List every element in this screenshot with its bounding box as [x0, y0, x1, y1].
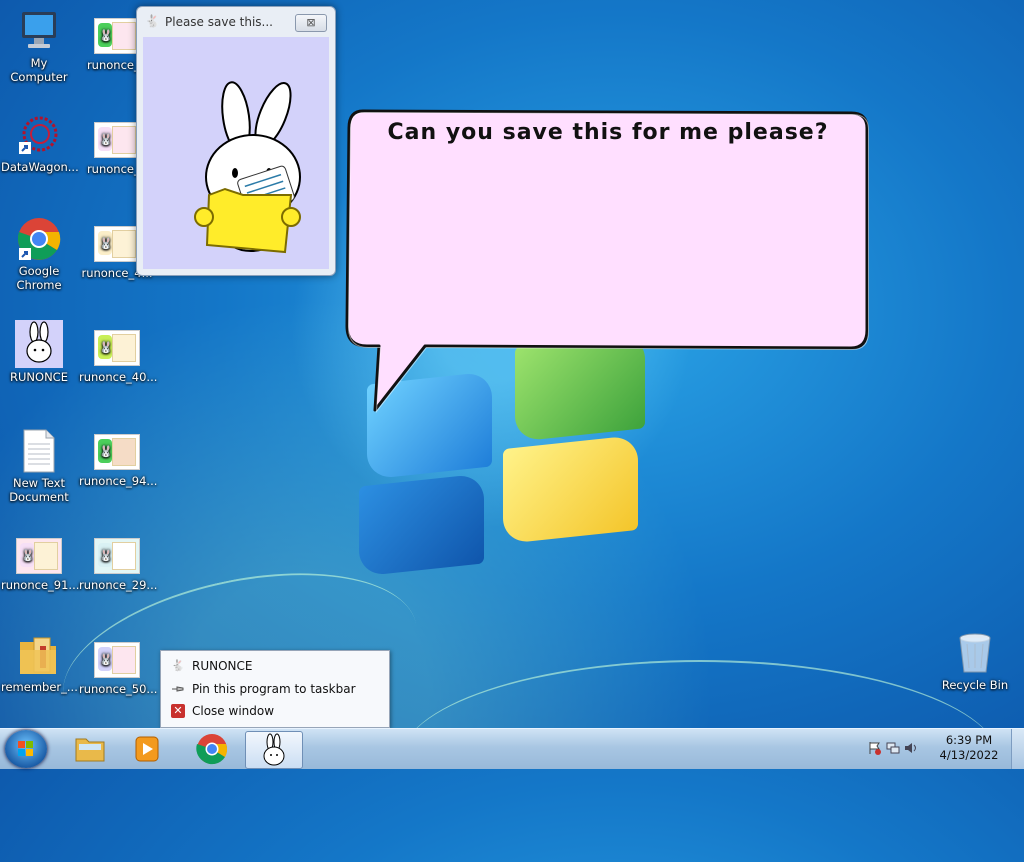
desktop-icon-runonce-94[interactable]: runonce_94...	[79, 428, 158, 488]
pin-to-taskbar-item[interactable]: Pin this program to taskbar	[161, 678, 389, 700]
taskbar-clock[interactable]: 6:39 PM 4/13/2022	[934, 733, 1004, 763]
show-desktop-button[interactable]	[1011, 729, 1024, 769]
chrome-icon	[196, 734, 228, 765]
taskbar-jump-list: 🐇 RUNONCE Pin this program to taskbar ✕ …	[160, 650, 390, 728]
taskbar-media-player-button[interactable]	[120, 731, 176, 767]
action-center-flag-icon[interactable]	[868, 741, 882, 755]
taskbar-runonce-button[interactable]	[245, 731, 303, 769]
desktop-icon-label: runonce_50...	[79, 682, 158, 696]
system-tray: 6:39 PM 4/13/2022	[854, 729, 1024, 769]
folder-archive-icon	[16, 632, 62, 678]
start-button[interactable]	[5, 730, 47, 768]
desktop-icon-label: My Computer	[10, 56, 68, 84]
windows-flag-icon	[18, 741, 34, 757]
desktop-icon-label: remember_...	[1, 680, 78, 694]
recycle-bin-icon	[952, 630, 998, 676]
image-thumbnail-icon	[94, 434, 140, 470]
network-icon[interactable]	[886, 741, 900, 755]
clock-time: 6:39 PM	[945, 733, 993, 747]
desktop-icon-label: runonce_40...	[79, 370, 158, 384]
image-thumbnail-icon	[94, 18, 140, 54]
window-client-area	[143, 37, 329, 269]
desktop-icon-datawagon[interactable]: DataWagon...	[1, 112, 79, 174]
desktop-icon-label: runonce_91...	[1, 578, 80, 592]
desktop-icon-runonce-29[interactable]: runonce_29...	[79, 532, 158, 592]
image-thumbnail-icon	[94, 226, 140, 262]
desktop-icon-runonce[interactable]: RUNONCE	[1, 320, 77, 384]
image-thumbnail-icon	[16, 538, 62, 574]
folder-icon	[75, 738, 105, 762]
bunny-holding-folder-image	[194, 81, 301, 254]
close-icon: ✕	[171, 704, 185, 718]
speech-bubble: Can you save this for me please?	[345, 108, 871, 413]
image-thumbnail-icon	[94, 642, 140, 678]
desktop-icon-runonce-91[interactable]: runonce_91...	[1, 532, 80, 592]
close-window-label: Close window	[192, 704, 275, 718]
desktop-icon-remember[interactable]: remember_...	[1, 632, 78, 694]
datawagon-icon	[16, 112, 62, 158]
pin-to-taskbar-label: Pin this program to taskbar	[192, 682, 356, 696]
window-title: Please save this...	[165, 15, 273, 29]
desktop-icon-google-chrome[interactable]: Google Chrome	[1, 216, 77, 292]
close-button[interactable]: ⊠	[295, 14, 327, 32]
desktop-icon-label: runonce_29...	[79, 578, 158, 592]
bunny-app-icon	[263, 733, 285, 766]
desktop-icon-label: Recycle Bin	[941, 678, 1009, 692]
image-thumbnail-icon	[94, 538, 140, 574]
clock-date: 4/13/2022	[939, 748, 999, 762]
desktop-icon-label: Google Chrome	[16, 264, 62, 292]
media-player-icon	[135, 736, 159, 762]
runonce-window[interactable]: 🐇 Please save this... ⊠	[136, 6, 336, 276]
text-document-icon	[16, 428, 62, 474]
volume-icon[interactable]	[904, 741, 918, 755]
jump-list-app-label: RUNONCE	[192, 659, 253, 673]
speech-bubble-shape	[345, 109, 869, 413]
window-titlebar[interactable]: 🐇 Please save this... ⊠	[137, 7, 335, 37]
bunny-app-icon: 🐇	[171, 659, 185, 672]
desktop-icon-my-computer[interactable]: My Computer	[1, 8, 77, 84]
image-thumbnail-icon	[94, 330, 140, 366]
desktop-icon-label: runonce_94...	[79, 474, 158, 488]
speech-bubble-text: Can you save this for me please?	[387, 120, 829, 145]
taskbar-chrome-button[interactable]	[184, 731, 240, 767]
taskbar-explorer-button[interactable]	[62, 731, 118, 767]
desktop-icon-runonce-50[interactable]: runonce_50...	[79, 636, 158, 696]
desktop-icon-label: RUNONCE	[10, 370, 68, 384]
desktop-icon-recycle-bin[interactable]: Recycle Bin	[937, 630, 1013, 692]
jump-list-app-item[interactable]: 🐇 RUNONCE	[161, 655, 389, 677]
desktop-icon-label: DataWagon...	[1, 160, 79, 174]
bunny-app-icon	[15, 320, 63, 368]
desktop-icon-new-text-document[interactable]: New Text Document	[1, 428, 77, 504]
taskbar: 6:39 PM 4/13/2022	[0, 728, 1024, 769]
image-thumbnail-icon	[94, 122, 140, 158]
computer-icon	[16, 8, 62, 54]
close-window-item[interactable]: ✕ Close window	[161, 700, 389, 722]
desktop-icon-runonce-40[interactable]: runonce_40...	[79, 324, 158, 384]
chrome-icon	[16, 216, 62, 262]
desktop-icon-label: New Text Document	[9, 476, 69, 504]
bunny-app-icon: 🐇	[145, 14, 160, 28]
pin-icon	[171, 682, 185, 696]
